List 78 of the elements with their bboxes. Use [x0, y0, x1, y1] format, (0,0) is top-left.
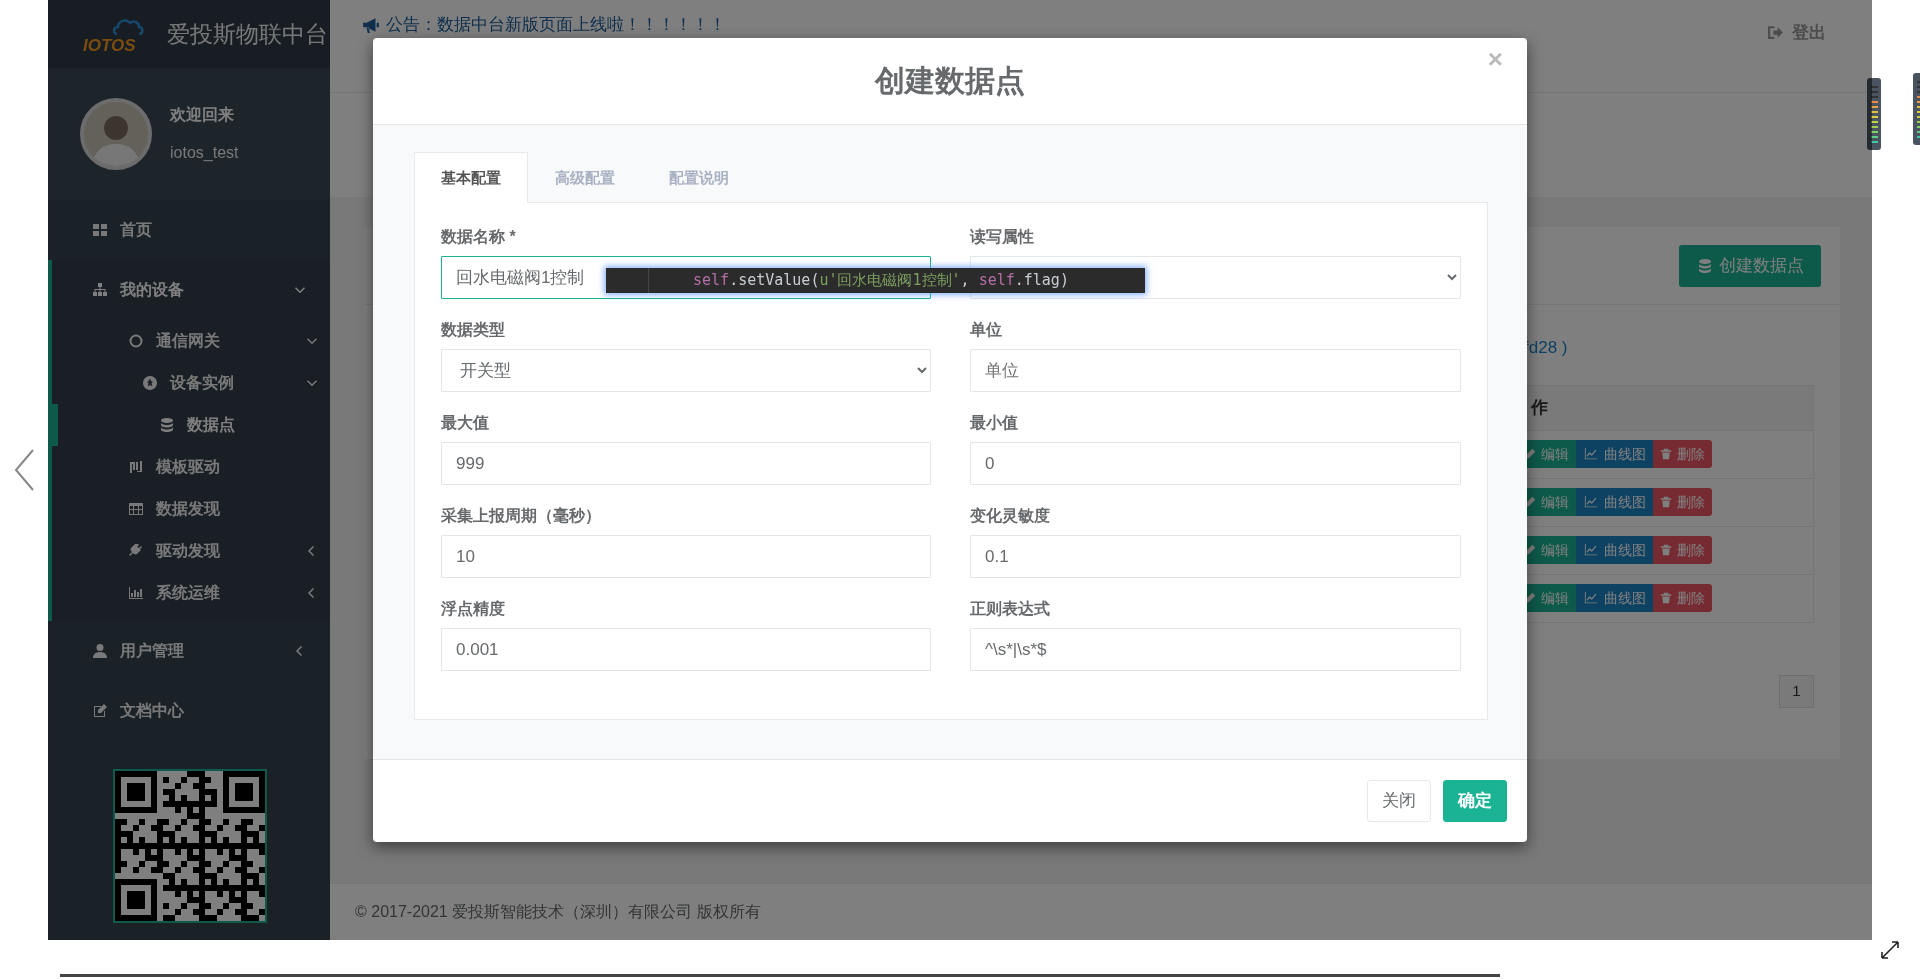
- edit-icon: [92, 703, 108, 719]
- chart-button[interactable]: 曲线图: [1576, 488, 1653, 516]
- hook-icon: [128, 459, 144, 475]
- input-field[interactable]: 0: [970, 442, 1461, 485]
- menu-item[interactable]: 通信网关: [52, 320, 330, 362]
- trash-icon: [1660, 543, 1672, 557]
- menu-item[interactable]: 驱动发现: [52, 530, 330, 572]
- field-label: 单位: [970, 320, 1003, 340]
- input-field[interactable]: ^\s*|\s*$: [970, 628, 1461, 671]
- menu-item[interactable]: 数据发现: [52, 488, 330, 530]
- field-label: 最大值: [441, 413, 490, 433]
- delete-button[interactable]: 删除: [1653, 488, 1712, 516]
- menu-item[interactable]: 模板驱动: [52, 446, 330, 488]
- table-icon: [128, 501, 144, 517]
- close-button[interactable]: 关闭: [1367, 780, 1431, 822]
- menu-item[interactable]: 系统运维: [52, 572, 330, 614]
- chart-button[interactable]: 曲线图: [1576, 536, 1653, 564]
- footer-text: © 2017-2021 爱投斯智能技术（深圳）有限公司 版权所有: [330, 883, 1872, 940]
- circle-icon: [128, 333, 144, 349]
- delete-button[interactable]: 删除: [1653, 584, 1712, 612]
- bar-chart-icon: [128, 585, 144, 601]
- tab[interactable]: 基本配置: [414, 152, 528, 203]
- close-button[interactable]: ×: [1483, 44, 1507, 76]
- tab[interactable]: 配置说明: [642, 152, 756, 203]
- trash-icon: [1660, 447, 1672, 461]
- chart-button[interactable]: 曲线图: [1576, 440, 1653, 468]
- logo-text: IOTOS: [83, 37, 136, 54]
- confirm-button[interactable]: 确定: [1443, 780, 1507, 822]
- field-label: 变化灵敏度: [970, 506, 1051, 526]
- logout-icon: [1767, 24, 1784, 42]
- create-data-point-button[interactable]: 创建数据点: [1679, 244, 1821, 287]
- username: iotos_test: [170, 143, 239, 163]
- user-icon: [92, 643, 108, 659]
- field-label: 读写属性: [970, 227, 1035, 247]
- field-label: 数据类型: [441, 320, 506, 340]
- field-label: 正则表达式: [970, 599, 1051, 619]
- menu-item[interactable]: 文档中心: [48, 681, 330, 741]
- trash-icon: [1660, 591, 1672, 605]
- database-icon: [159, 417, 175, 433]
- column-header: 作: [1531, 396, 1548, 419]
- app-title: 爱投斯物联中台: [167, 19, 328, 49]
- field-label: 采集上报周期（毫秒）: [441, 506, 602, 526]
- emblem-icon: [142, 375, 158, 391]
- field-label: 数据名称 *: [441, 227, 517, 247]
- trash-icon: [1660, 495, 1672, 509]
- grid-icon: [92, 222, 108, 238]
- field-label: 浮点精度: [441, 599, 506, 619]
- menu-item[interactable]: 首页: [48, 200, 330, 260]
- expand-icon: [1880, 940, 1900, 960]
- menu-item[interactable]: 我的设备: [52, 260, 330, 320]
- input-field[interactable]: 10: [441, 535, 931, 578]
- announcement-text: 公告：数据中台新版页面上线啦！！！！！！: [386, 14, 726, 36]
- menu-item[interactable]: 数据点: [52, 404, 330, 446]
- line-chart-icon: [1583, 591, 1599, 605]
- delete-button[interactable]: 删除: [1653, 440, 1712, 468]
- input-field[interactable]: 0.1: [970, 535, 1461, 578]
- tab[interactable]: 高级配置: [528, 152, 642, 203]
- welcome-text: 欢迎回来: [170, 105, 235, 125]
- delete-button[interactable]: 删除: [1653, 536, 1712, 564]
- modal-title: 创建数据点: [875, 63, 1025, 99]
- menu-item[interactable]: 设备实例: [52, 362, 330, 404]
- line-chart-icon: [1583, 543, 1599, 557]
- code-text: self.setValue(u'回水电磁阀1控制', self.flag): [693, 270, 1069, 292]
- field-label: 最小值: [970, 413, 1019, 433]
- page-button[interactable]: 1: [1779, 674, 1814, 708]
- menu-item[interactable]: 用户管理: [48, 621, 330, 681]
- database-icon: [1696, 257, 1713, 274]
- chart-button[interactable]: 曲线图: [1576, 584, 1653, 612]
- input-field[interactable]: 单位: [970, 349, 1461, 392]
- plug-icon: [128, 543, 144, 559]
- line-chart-icon: [1583, 447, 1599, 461]
- megaphone-icon: [362, 15, 380, 34]
- sitemap-icon: [92, 282, 108, 298]
- select-field[interactable]: 开关型: [441, 349, 931, 392]
- line-chart-icon: [1583, 495, 1599, 509]
- level-meter-icon: [1867, 78, 1881, 150]
- input-field[interactable]: 999: [441, 442, 931, 485]
- input-field[interactable]: 0.001: [441, 628, 931, 671]
